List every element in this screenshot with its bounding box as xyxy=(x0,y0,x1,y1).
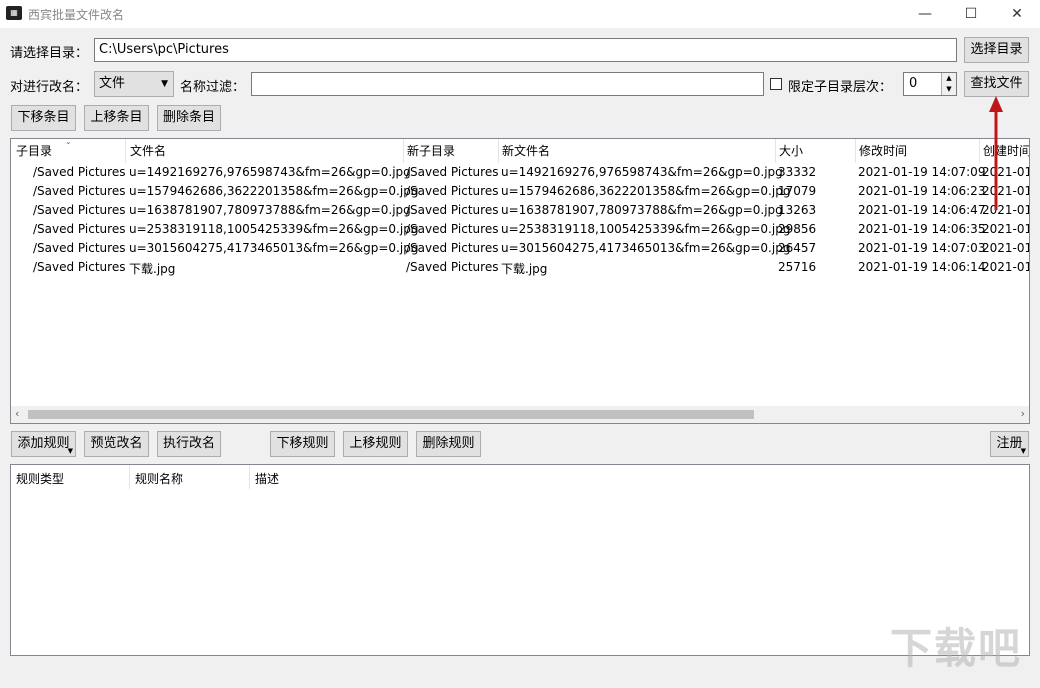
rename-target-value: 文件 xyxy=(99,76,126,91)
cell-subdir: /Saved Pictures xyxy=(33,165,126,179)
cell-filename: u=1492169276,976598743&fm=26&gp=0.jpg xyxy=(129,165,411,179)
window-title: 西宾批量文件改名 xyxy=(28,8,125,22)
table-row[interactable]: /Saved Pictures u=1579462686,3622201358&… xyxy=(11,184,1029,203)
cell-created: 2021-01 xyxy=(982,222,1030,236)
cell-new-subdir: /Saved Pictures xyxy=(406,241,499,255)
cell-modified: 2021-01-19 14:06:23 xyxy=(858,184,986,198)
limit-depth-label: 限定子目录层次： xyxy=(788,80,893,95)
cell-new-filename: u=1579462686,3622201358&fm=26&gp=0.jpg xyxy=(501,184,791,198)
move-rule-down-button[interactable]: 下移规则 xyxy=(270,431,335,457)
column-header-new-subdir[interactable]: 新子目录 xyxy=(407,142,455,159)
cell-size: 17079 xyxy=(778,184,817,198)
cell-subdir: /Saved Pictures xyxy=(33,260,126,274)
cell-subdir: /Saved Pictures xyxy=(33,222,126,236)
column-header-size[interactable]: 大小 xyxy=(779,142,803,159)
depth-spinner[interactable]: 0 ▲ ▼ xyxy=(903,72,957,96)
register-button[interactable]: 注册 ▼ xyxy=(990,431,1029,457)
cell-subdir: /Saved Pictures xyxy=(33,241,126,255)
cell-created: 2021-01 xyxy=(982,241,1030,255)
cell-new-subdir: /Saved Pictures xyxy=(406,203,499,217)
table-row[interactable]: /Saved Pictures 下载.jpg /Saved Pictures 下… xyxy=(11,260,1029,279)
cell-new-filename: u=1492169276,976598743&fm=26&gp=0.jpg xyxy=(501,165,783,179)
close-button[interactable]: ✕ xyxy=(994,0,1040,28)
title-bar: ▦ 西宾批量文件改名 — ☐ ✕ xyxy=(0,0,1040,28)
column-header-filename[interactable]: 文件名 xyxy=(130,142,166,159)
file-table[interactable]: ⌄ 子目录 文件名 新子目录 新文件名 大小 修改时间 创建时间 /Saved … xyxy=(10,138,1030,424)
scroll-right-icon[interactable]: › xyxy=(1021,407,1025,420)
horizontal-scrollbar[interactable]: ‹ › xyxy=(11,406,1029,423)
cell-size: 33332 xyxy=(778,165,817,179)
rename-target-select[interactable]: 文件 ▼ xyxy=(94,71,174,97)
cell-filename: u=3015604275,4173465013&fm=26&gp=0.jpg xyxy=(129,241,419,255)
depth-value: 0 xyxy=(909,76,918,91)
cell-subdir: /Saved Pictures xyxy=(33,203,126,217)
table-row[interactable]: /Saved Pictures u=1638781907,780973788&f… xyxy=(11,203,1029,222)
cell-new-filename: u=2538319118,1005425339&fm=26&gp=0.jpg xyxy=(501,222,791,236)
spin-down-icon[interactable]: ▼ xyxy=(941,84,956,95)
sort-indicator-icon: ⌄ xyxy=(65,138,72,146)
preview-rename-button[interactable]: 预览改名 xyxy=(84,431,149,457)
name-filter-input[interactable] xyxy=(251,72,764,96)
app-icon: ▦ xyxy=(6,6,22,20)
scrollbar-thumb[interactable] xyxy=(28,410,754,419)
cell-modified: 2021-01-19 14:07:03 xyxy=(858,241,986,255)
cell-filename: 下载.jpg xyxy=(129,262,176,276)
minimize-button[interactable]: — xyxy=(902,0,948,28)
delete-rule-button[interactable]: 删除规则 xyxy=(416,431,481,457)
dropdown-icon: ▼ xyxy=(1020,447,1026,455)
cell-filename: u=1579462686,3622201358&fm=26&gp=0.jpg xyxy=(129,184,419,198)
register-label: 注册 xyxy=(996,436,1023,451)
column-header-subdir[interactable]: 子目录 xyxy=(16,142,52,159)
rename-target-label: 对进行改名： xyxy=(10,80,89,95)
watermark-logo: 下载吧 xyxy=(889,624,1022,673)
scroll-left-icon[interactable]: ‹ xyxy=(15,407,19,420)
find-files-button[interactable]: 查找文件 xyxy=(964,71,1029,97)
dropdown-icon: ▼ xyxy=(67,447,73,455)
delete-item-button[interactable]: 删除条目 xyxy=(157,105,221,131)
column-header-new-filename[interactable]: 新文件名 xyxy=(502,142,550,159)
execute-rename-button[interactable]: 执行改名 xyxy=(157,431,221,457)
move-rule-up-button[interactable]: 上移规则 xyxy=(343,431,408,457)
name-filter-label: 名称过滤： xyxy=(180,80,246,95)
table-row[interactable]: /Saved Pictures u=3015604275,4173465013&… xyxy=(11,241,1029,260)
cell-filename: u=1638781907,780973788&fm=26&gp=0.jpg xyxy=(129,203,411,217)
cell-modified: 2021-01-19 14:06:35 xyxy=(858,222,986,236)
cell-modified: 2021-01-19 14:06:14 xyxy=(858,260,986,274)
add-rule-button[interactable]: 添加规则 ▼ xyxy=(11,431,76,457)
cell-filename: u=2538319118,1005425339&fm=26&gp=0.jpg xyxy=(129,222,419,236)
cell-new-subdir: /Saved Pictures xyxy=(406,260,499,274)
maximize-button[interactable]: ☐ xyxy=(948,0,994,28)
column-header-rule-name[interactable]: 规则名称 xyxy=(135,470,183,487)
cell-new-filename: u=3015604275,4173465013&fm=26&gp=0.jpg xyxy=(501,241,791,255)
cell-created: 2021-01 xyxy=(982,260,1030,274)
cell-modified: 2021-01-19 14:07:09 xyxy=(858,165,986,179)
limit-depth-checkbox[interactable] xyxy=(770,78,782,90)
move-item-down-button[interactable]: 下移条目 xyxy=(11,105,76,131)
cell-new-subdir: /Saved Pictures xyxy=(406,222,499,236)
cell-subdir: /Saved Pictures xyxy=(33,184,126,198)
cell-new-filename: u=1638781907,780973788&fm=26&gp=0.jpg xyxy=(501,203,783,217)
cell-size: 25716 xyxy=(778,260,817,274)
cell-modified: 2021-01-19 14:06:47 xyxy=(858,203,986,217)
move-item-up-button[interactable]: 上移条目 xyxy=(84,105,149,131)
spin-up-icon[interactable]: ▲ xyxy=(941,73,956,84)
cell-size: 29856 xyxy=(778,222,817,236)
annotation-arrow-icon xyxy=(989,96,1003,210)
choose-directory-button[interactable]: 选择目录 xyxy=(964,37,1029,63)
cell-new-subdir: /Saved Pictures xyxy=(406,165,499,179)
table-row[interactable]: /Saved Pictures u=1492169276,976598743&f… xyxy=(11,165,1029,184)
column-header-modified[interactable]: 修改时间 xyxy=(859,142,907,159)
column-header-rule-type[interactable]: 规则类型 xyxy=(16,470,64,487)
directory-label: 请选择目录： xyxy=(10,46,89,61)
rule-table[interactable]: 规则类型 规则名称 描述 xyxy=(10,464,1030,656)
table-row[interactable]: /Saved Pictures u=2538319118,1005425339&… xyxy=(11,222,1029,241)
chevron-down-icon: ▼ xyxy=(161,79,168,89)
cell-new-filename: 下载.jpg xyxy=(501,262,548,276)
cell-size: 26457 xyxy=(778,241,817,255)
cell-size: 13263 xyxy=(778,203,817,217)
add-rule-label: 添加规则 xyxy=(17,436,70,451)
cell-new-subdir: /Saved Pictures xyxy=(406,184,499,198)
directory-path-input[interactable]: C:\Users\pc\Pictures xyxy=(94,38,957,62)
column-header-description[interactable]: 描述 xyxy=(255,470,279,487)
